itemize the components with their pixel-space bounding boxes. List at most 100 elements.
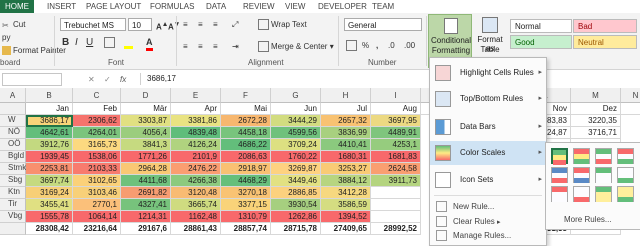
data-cell[interactable]: 3841,3 — [121, 139, 171, 151]
menu-highlight-cells-rules[interactable]: Highlight Cells Rules ▸ — [430, 61, 546, 85]
data-cell[interactable]: 3709,24 — [271, 139, 321, 151]
align-left-button[interactable]: ≡ — [183, 41, 188, 52]
grow-font-button[interactable]: A▲ — [156, 19, 168, 33]
data-cell[interactable]: 4264,01 — [73, 127, 121, 139]
data-cell[interactable]: 3269,87 — [271, 163, 321, 175]
data-cell[interactable]: 23216,64 — [73, 223, 121, 235]
menu-icon-sets[interactable]: Icon Sets ▸ — [430, 168, 546, 192]
middle-align-button[interactable]: ≡ — [198, 19, 203, 30]
align-center-button[interactable]: ≡ — [198, 41, 203, 52]
tab-formulas[interactable]: FORMULAS — [150, 0, 194, 13]
row-header[interactable]: Bgld — [0, 151, 26, 163]
data-cell[interactable]: 3836,99 — [321, 127, 371, 139]
data-cell[interactable]: 2918,97 — [221, 163, 271, 175]
name-box[interactable] — [2, 73, 62, 86]
data-cell[interactable]: 2101,9 — [171, 151, 221, 163]
data-cell[interactable]: 3930,54 — [271, 199, 321, 211]
percent-button[interactable]: % — [362, 40, 369, 51]
row-header[interactable]: Tir — [0, 199, 26, 211]
color-scale-swatch[interactable] — [551, 148, 568, 165]
data-cell[interactable]: 3412,28 — [321, 187, 371, 199]
color-scale-swatch[interactable] — [551, 167, 568, 183]
data-cell[interactable]: 3253,27 — [321, 163, 371, 175]
more-rules-link[interactable]: More Rules... — [564, 213, 639, 227]
data-cell[interactable]: 3165,73 — [73, 139, 121, 151]
data-cell[interactable]: 3686,17 — [26, 115, 73, 127]
column-header[interactable]: D — [121, 88, 171, 103]
data-cell[interactable]: 1680,31 — [321, 151, 371, 163]
align-right-button[interactable]: ≡ — [213, 41, 218, 52]
data-cell[interactable]: 1771,26 — [121, 151, 171, 163]
style-good[interactable]: Good — [510, 35, 572, 49]
column-header[interactable]: A — [0, 88, 26, 103]
data-cell[interactable]: 3586,59 — [321, 199, 371, 211]
data-cell[interactable]: 4839,48 — [171, 127, 221, 139]
row-header[interactable]: NÖ — [0, 127, 26, 139]
copy-button[interactable]: py — [2, 32, 10, 43]
data-cell[interactable]: 3697,95 — [371, 115, 421, 127]
data-cell[interactable]: 4468,29 — [221, 175, 271, 187]
data-cell[interactable]: 28857,74 — [221, 223, 271, 235]
indent-button[interactable]: ⇥ — [232, 41, 239, 52]
font-name-select[interactable]: Trebuchet MS — [60, 18, 126, 31]
data-cell[interactable]: 3665,74 — [171, 199, 221, 211]
color-scale-swatch[interactable] — [573, 186, 590, 202]
data-cell[interactable]: 4327,41 — [121, 199, 171, 211]
color-scale-swatch[interactable] — [617, 186, 634, 202]
data-cell[interactable]: 4126,24 — [171, 139, 221, 151]
data-cell[interactable]: 3911,73 — [371, 175, 421, 187]
bold-button[interactable]: B — [62, 37, 69, 48]
color-scale-swatch[interactable] — [573, 148, 590, 164]
orientation-button[interactable]: ⤢ — [232, 19, 238, 30]
data-cell[interactable]: 2691,82 — [121, 187, 171, 199]
data-cell[interactable]: 2624,58 — [371, 163, 421, 175]
column-header[interactable]: E — [171, 88, 221, 103]
data-cell[interactable]: 3716,71 — [571, 127, 621, 139]
tab-data[interactable]: DATA — [206, 0, 226, 13]
shrink-font-button[interactable]: A▼ — [168, 19, 180, 33]
data-cell[interactable]: 3303,87 — [121, 115, 171, 127]
column-header[interactable]: B — [26, 88, 73, 103]
month-header[interactable]: Jun — [271, 103, 321, 115]
comma-button[interactable]: , — [376, 40, 378, 51]
style-normal[interactable]: Normal — [510, 19, 572, 33]
data-cell[interactable]: 1064,14 — [73, 211, 121, 223]
data-cell[interactable]: 4266,38 — [171, 175, 221, 187]
data-cell[interactable]: 3220,35 — [571, 115, 621, 127]
cancel-icon[interactable]: ✕ — [88, 74, 95, 85]
accounting-button[interactable] — [346, 40, 359, 52]
data-cell[interactable]: 2103,33 — [73, 163, 121, 175]
data-cell[interactable]: 2657,32 — [321, 115, 371, 127]
data-cell[interactable]: 3102,65 — [73, 175, 121, 187]
data-cell[interactable]: 1555,78 — [26, 211, 73, 223]
tab-home[interactable]: HOME — [0, 0, 34, 13]
month-header[interactable]: Mär — [121, 103, 171, 115]
data-cell[interactable]: 4686,22 — [221, 139, 271, 151]
month-header[interactable]: Dez — [571, 103, 621, 115]
data-cell[interactable]: 1538,06 — [73, 151, 121, 163]
data-cell[interactable]: 4458,18 — [221, 127, 271, 139]
data-cell[interactable] — [371, 211, 421, 223]
data-cell[interactable] — [371, 199, 421, 211]
column-header[interactable]: F — [221, 88, 271, 103]
menu-color-scales[interactable]: Color Scales ▸ — [430, 141, 546, 165]
menu-manage-rules[interactable]: Manage Rules... — [430, 229, 546, 243]
data-cell[interactable]: 28861,43 — [171, 223, 221, 235]
color-scale-swatch[interactable] — [595, 167, 612, 183]
insert-function-icon[interactable]: fx — [120, 74, 126, 85]
decrease-decimal-button[interactable]: .00 — [404, 40, 415, 51]
wrap-text-button[interactable]: Wrap Text — [258, 19, 307, 31]
data-cell[interactable]: 29167,6 — [121, 223, 171, 235]
column-header[interactable]: I — [371, 88, 421, 103]
tab-developer[interactable]: DEVELOPER — [318, 0, 367, 13]
color-scale-swatch[interactable] — [551, 186, 568, 202]
column-header[interactable]: H — [321, 88, 371, 103]
data-cell[interactable]: 3120,48 — [171, 187, 221, 199]
data-cell[interactable]: 3697,74 — [26, 175, 73, 187]
fill-color-button[interactable] — [124, 37, 135, 49]
data-cell[interactable]: 2253,81 — [26, 163, 73, 175]
data-cell[interactable]: 4489,91 — [371, 127, 421, 139]
color-scale-swatch[interactable] — [617, 167, 634, 183]
row-header[interactable] — [0, 103, 26, 115]
month-header[interactable]: Apr — [171, 103, 221, 115]
